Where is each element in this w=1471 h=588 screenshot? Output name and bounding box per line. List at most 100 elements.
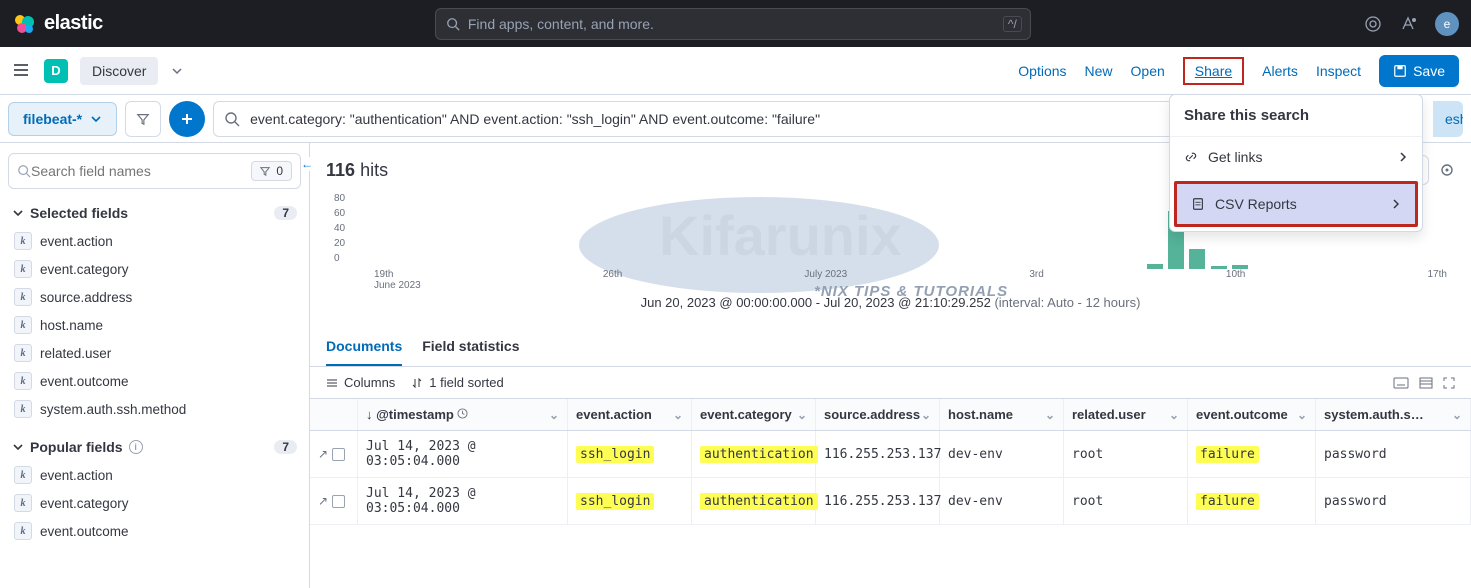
filter-icon [260, 166, 270, 176]
field-type-icon: k [14, 288, 32, 306]
col-timestamp[interactable]: ↓ @timestamp ⌄ [358, 399, 568, 430]
field-name: event.outcome [40, 374, 129, 389]
cell-category: authentication [692, 431, 816, 477]
new-link[interactable]: New [1085, 63, 1113, 79]
row-checkbox[interactable] [332, 448, 345, 461]
select-all-header[interactable] [310, 399, 358, 430]
col-action[interactable]: event.action⌄ [568, 399, 692, 430]
grid-toolbar: Columns 1 field sorted [310, 367, 1471, 398]
share-link[interactable]: Share [1183, 57, 1244, 85]
row-controls[interactable]: ↗ [310, 478, 358, 524]
field-name: system.auth.ssh.method [40, 402, 186, 417]
field-name: event.action [40, 468, 113, 483]
field-item[interactable]: ksystem.auth.ssh.method [8, 395, 301, 423]
elastic-logo-icon [12, 12, 36, 36]
field-type-icon: k [14, 466, 32, 484]
user-avatar[interactable]: e [1435, 12, 1459, 36]
filter-button[interactable] [125, 101, 161, 137]
logo[interactable]: elastic [12, 12, 103, 36]
chevron-down-icon[interactable] [170, 64, 184, 78]
col-host[interactable]: host.name⌄ [940, 399, 1064, 430]
field-filter-toggle[interactable]: 0 [251, 161, 292, 181]
chevron-down-icon [12, 207, 24, 219]
col-source[interactable]: source.address⌄ [816, 399, 940, 430]
field-item[interactable]: kevent.category [8, 489, 301, 517]
refresh-button[interactable]: esh [1433, 101, 1463, 137]
space-badge[interactable]: D [44, 59, 68, 83]
field-name: event.category [40, 496, 129, 511]
field-item[interactable]: k event.action [8, 461, 301, 489]
col-ssh[interactable]: system.auth.s…⌄ [1316, 399, 1471, 430]
columns-button[interactable]: Columns [326, 375, 395, 390]
nav-toggle-icon[interactable] [12, 61, 32, 81]
newsfeed-icon[interactable] [1363, 14, 1383, 34]
field-name: host.name [40, 318, 103, 333]
app-picker[interactable]: Discover [80, 57, 158, 85]
info-icon[interactable]: i [129, 440, 143, 454]
sort-button[interactable]: 1 field sorted [411, 375, 503, 390]
expand-icon[interactable]: ↗ [318, 447, 328, 461]
col-user[interactable]: related.user⌄ [1064, 399, 1188, 430]
expand-icon[interactable]: ↗ [318, 494, 328, 508]
field-name: related.user [40, 346, 111, 361]
field-item[interactable]: krelated.user [8, 339, 301, 367]
chart-options-icon[interactable] [1439, 162, 1455, 178]
row-checkbox[interactable] [332, 495, 345, 508]
share-get-links[interactable]: Get links [1170, 136, 1422, 177]
table-row[interactable]: ↗Jul 14, 2023 @ 03:05:04.000ssh_loginaut… [310, 478, 1471, 525]
field-search-input[interactable] [31, 163, 251, 179]
add-filter-button[interactable] [169, 101, 205, 137]
fullscreen-icon[interactable] [1443, 377, 1455, 389]
field-item[interactable]: kevent.outcome [8, 517, 301, 545]
table-row[interactable]: ↗Jul 14, 2023 @ 03:05:04.000ssh_loginaut… [310, 431, 1471, 478]
global-search[interactable]: Find apps, content, and more. ^/ [435, 8, 1031, 40]
save-button[interactable]: Save [1379, 55, 1459, 87]
col-outcome[interactable]: event.outcome⌄ [1188, 399, 1316, 430]
sort-icon [411, 377, 423, 389]
field-type-icon: k [14, 316, 32, 334]
chevron-right-icon [1391, 199, 1401, 209]
options-link[interactable]: Options [1018, 63, 1066, 79]
field-item[interactable]: kevent.action [8, 227, 301, 255]
field-type-icon: k [14, 522, 32, 540]
clock-icon [457, 408, 468, 419]
keyboard-icon[interactable] [1393, 377, 1409, 389]
cell-ssh: password [1316, 478, 1471, 524]
row-controls[interactable]: ↗ [310, 431, 358, 477]
tab-documents[interactable]: Documents [326, 328, 402, 366]
field-item[interactable]: k source.address [8, 283, 301, 311]
query-text: event.category: "authentication" AND eve… [250, 111, 820, 127]
collapse-sidebar-icon[interactable]: ← [301, 157, 313, 171]
cell-outcome: failure [1188, 431, 1316, 477]
popular-fields-header[interactable]: Popular fieldsi 7 [8, 433, 301, 461]
help-icon[interactable] [1399, 14, 1419, 34]
search-placeholder: Find apps, content, and more. [468, 16, 654, 32]
inspect-link[interactable]: Inspect [1316, 63, 1361, 79]
alerts-link[interactable]: Alerts [1262, 63, 1298, 79]
selected-fields-header[interactable]: Selected fields 7 [8, 199, 301, 227]
density-icon[interactable] [1419, 377, 1433, 389]
y-axis: 806040200 [334, 191, 345, 266]
field-item[interactable]: kevent.outcome [8, 367, 301, 395]
cell-outcome: failure [1188, 478, 1316, 524]
results-grid: ↓ @timestamp ⌄ event.action⌄ event.categ… [310, 398, 1471, 525]
field-item[interactable]: k host.name [8, 311, 301, 339]
tab-field-statistics[interactable]: Field statistics [422, 328, 519, 366]
share-title: Share this search [1170, 95, 1422, 136]
chevron-down-icon [90, 113, 102, 125]
open-link[interactable]: Open [1131, 63, 1165, 79]
share-csv-reports[interactable]: CSV Reports [1174, 181, 1418, 227]
cell-host: dev-env [940, 431, 1064, 477]
field-item[interactable]: kevent.category [8, 255, 301, 283]
chevron-down-icon [12, 441, 24, 453]
search-shortcut: ^/ [1003, 16, 1022, 32]
global-header: elastic Find apps, content, and more. ^/… [0, 0, 1471, 47]
data-view-selector[interactable]: filebeat-* [8, 102, 117, 136]
field-type-icon: k [14, 260, 32, 278]
popular-count: 7 [274, 440, 297, 454]
selected-count: 7 [274, 206, 297, 220]
field-search[interactable]: 0 [8, 153, 301, 189]
col-category[interactable]: event.category⌄ [692, 399, 816, 430]
search-icon [17, 164, 31, 178]
field-name: source.address [40, 290, 132, 305]
